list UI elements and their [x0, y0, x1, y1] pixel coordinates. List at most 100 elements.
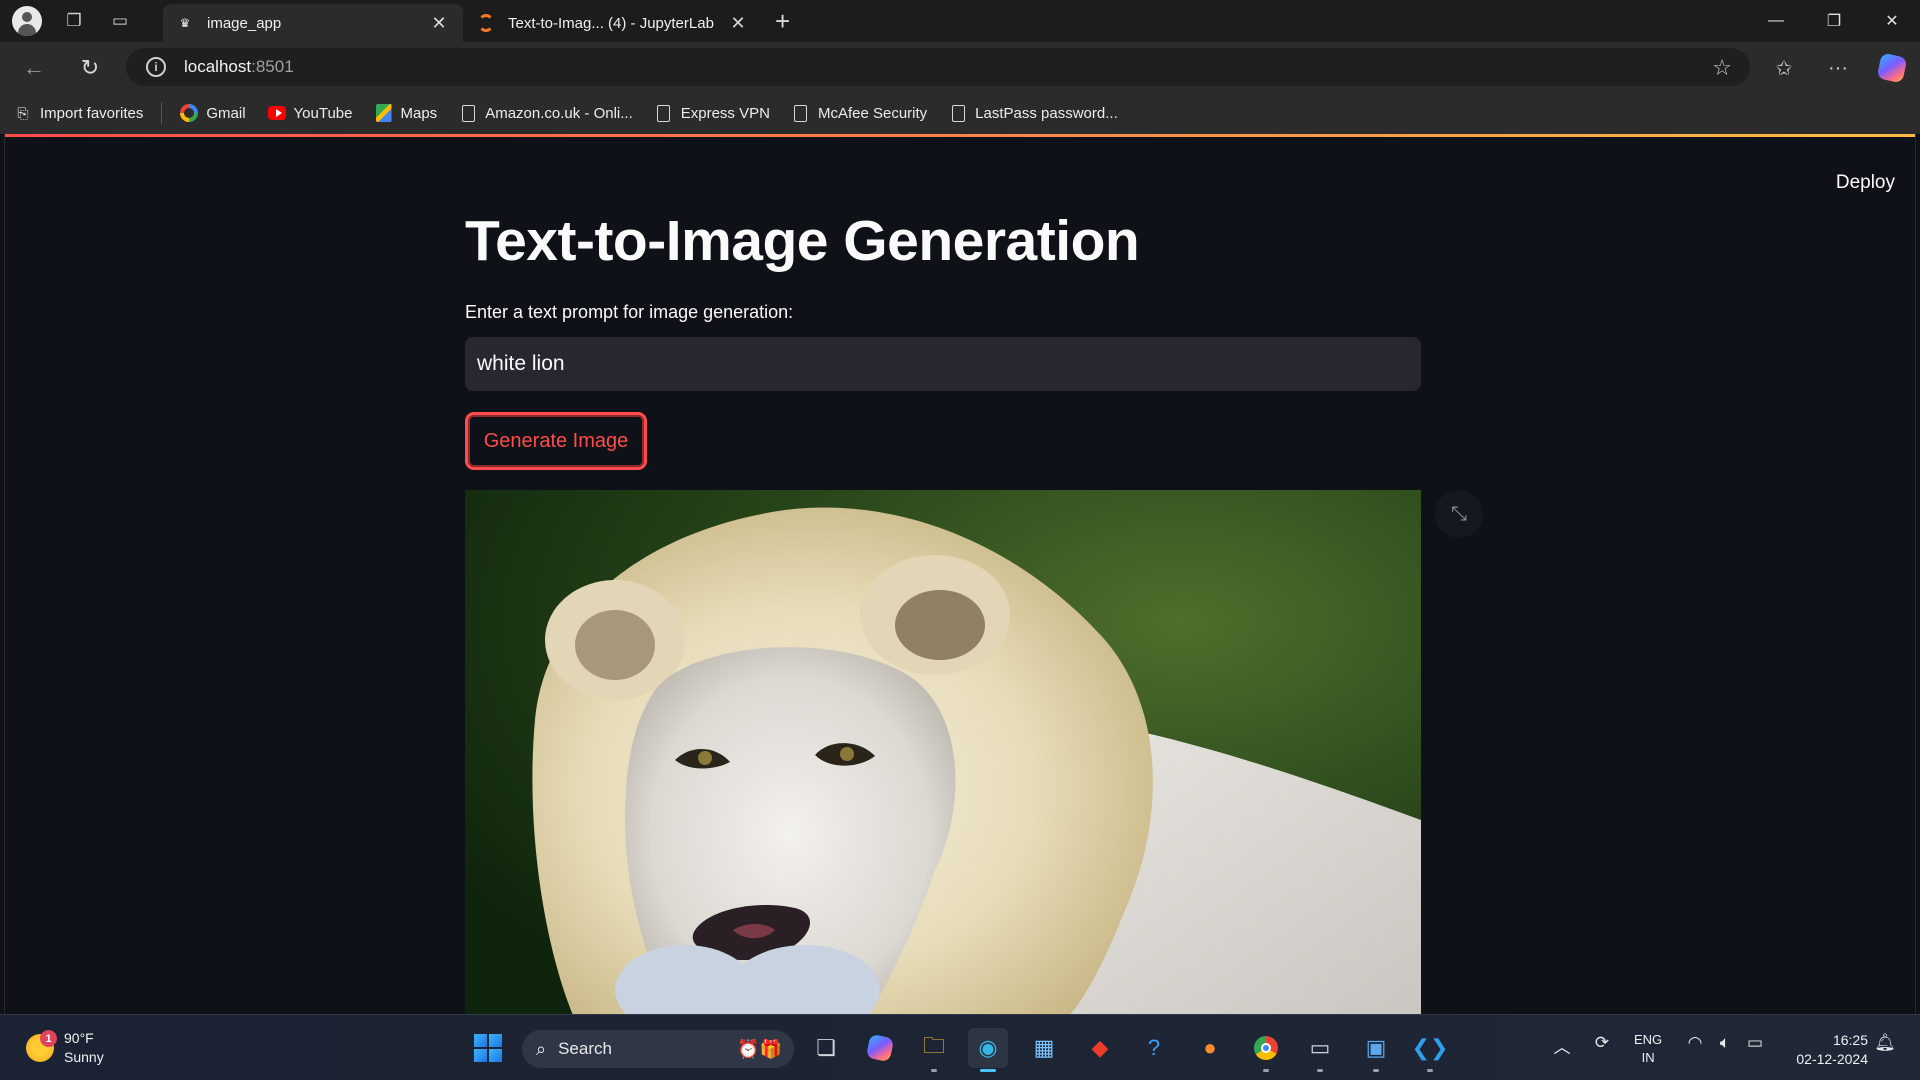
page-viewport: Deploy Text-to-Image Generation Enter a …: [4, 134, 1916, 1014]
battery-icon[interactable]: ▭: [1744, 1033, 1766, 1053]
windows-logo-icon: [474, 1034, 502, 1062]
fullscreen-icon[interactable]: ⤡: [1435, 490, 1483, 538]
reload-icon[interactable]: ↻: [76, 54, 104, 82]
clock-time: 16:25: [1832, 1032, 1868, 1048]
lang-code: ENG: [1634, 1032, 1663, 1047]
tab-title: Text-to-Imag... (4) - JupyterLab: [508, 14, 714, 32]
bookmark-label: YouTube: [293, 104, 353, 122]
notification-bell-icon[interactable]: 🔔︎: [1874, 1033, 1896, 1053]
prompt-label: Enter a text prompt for image generation…: [465, 302, 794, 322]
close-tab-icon[interactable]: ✕: [429, 13, 449, 34]
back-icon[interactable]: ←: [20, 54, 48, 82]
bookmark-mcafee[interactable]: McAfee Security: [792, 104, 927, 122]
address-bar[interactable]: i localhost:8501 ☆: [126, 48, 1750, 86]
generated-image: [465, 490, 1421, 1014]
bookmark-label: McAfee Security: [817, 104, 928, 122]
jupyter-icon: [478, 14, 494, 32]
search-icon: ⌕: [536, 1038, 547, 1059]
volume-icon[interactable]: 🔈︎: [1714, 1033, 1736, 1053]
clock[interactable]: 16:25 02-12-2024: [1786, 1031, 1868, 1069]
page-icon: [655, 104, 673, 122]
page-icon: [792, 104, 810, 122]
bookmark-youtube[interactable]: YouTube: [267, 104, 353, 122]
new-tab-icon[interactable]: +: [775, 6, 790, 37]
browser-toolbar: ← ↻ i localhost:8501 ☆ ✩ ···: [0, 42, 1920, 92]
page-icon: [459, 104, 477, 122]
wifi-icon[interactable]: ◠: [1684, 1033, 1706, 1053]
close-window-icon[interactable]: ✕: [1864, 0, 1920, 42]
bookmark-label: LastPass password...: [975, 104, 1118, 122]
task-view-icon[interactable]: ❏: [806, 1028, 846, 1068]
bookmark-import-favorites[interactable]: ⎘ Import favorites: [14, 104, 143, 122]
workspaces-icon[interactable]: ❐: [60, 7, 88, 35]
sun-icon: 1: [26, 1030, 57, 1062]
bookmarks-bar: ⎘ Import favorites Gmail YouTube Maps Am…: [0, 92, 1920, 134]
more-menu-icon[interactable]: ···: [1822, 52, 1854, 84]
page-title: Text-to-Image Generation: [465, 209, 1140, 273]
youtube-icon: [267, 104, 286, 122]
taskbar: 1 90°F Sunny ⌕ Search ⏰🎁 ❏ 🗀 ◉ ▦ ◆ ? ● ▭…: [0, 1014, 1920, 1080]
chrome-icon[interactable]: [1246, 1028, 1286, 1072]
profile-avatar-icon[interactable]: [12, 6, 42, 36]
page-icon: [949, 104, 967, 122]
tab-image-app[interactable]: ♛ image_app ✕: [163, 4, 463, 42]
import-icon: ⎘: [17, 104, 29, 121]
bookmark-amazon[interactable]: Amazon.co.uk - Onli...: [459, 104, 633, 122]
tab-title: image_app: [207, 14, 282, 32]
clock-date: 02-12-2024: [1796, 1051, 1868, 1067]
minimize-icon[interactable]: —: [1748, 0, 1804, 42]
copilot-app-icon[interactable]: [860, 1028, 900, 1068]
restore-icon[interactable]: ❐: [1806, 0, 1862, 42]
remote-desktop-icon[interactable]: ▣: [1356, 1028, 1396, 1072]
search-highlight-icon: ⏰🎁: [737, 1039, 782, 1059]
file-explorer-icon[interactable]: 🗀: [914, 1028, 954, 1072]
edge-browser-icon[interactable]: ◉: [968, 1028, 1008, 1072]
weather-temp: 90°F: [64, 1030, 94, 1046]
prompt-input[interactable]: [465, 337, 1421, 391]
url-port: :8501: [251, 57, 294, 76]
search-placeholder: Search: [558, 1039, 612, 1058]
vscode-icon[interactable]: ❮❯: [1410, 1028, 1450, 1072]
copilot-icon[interactable]: [1876, 52, 1908, 84]
vertical-tabs-icon[interactable]: ▭: [106, 7, 134, 35]
bookmark-label: Import favorites: [40, 104, 144, 122]
bookmark-label: Gmail: [206, 104, 246, 122]
bookmark-separator: [161, 102, 163, 124]
url-host: localhost: [184, 57, 252, 76]
sync-icon[interactable]: ⟳: [1590, 1033, 1614, 1053]
address-url[interactable]: localhost:8501: [184, 57, 294, 77]
site-info-icon[interactable]: i: [146, 57, 166, 77]
bookmark-label: Express VPN: [680, 104, 770, 122]
start-button[interactable]: [468, 1028, 508, 1068]
weather-badge: 1: [40, 1030, 57, 1047]
bookmark-lastpass[interactable]: LastPass password...: [949, 104, 1118, 122]
favorites-icon[interactable]: ✩: [1768, 52, 1800, 84]
language-indicator[interactable]: ENG IN: [1634, 1031, 1662, 1067]
weather-widget[interactable]: 1 90°F Sunny: [26, 1029, 104, 1067]
bookmark-express-vpn[interactable]: Express VPN: [655, 104, 770, 122]
white-lion-image: [465, 490, 1421, 1014]
show-hidden-icons[interactable]: ︿: [1552, 1033, 1572, 1058]
microsoft-store-icon[interactable]: ▦: [1024, 1028, 1064, 1068]
weather-condition: Sunny: [64, 1049, 104, 1065]
terminal-icon[interactable]: ▭: [1300, 1028, 1340, 1072]
generate-image-button[interactable]: Generate Image: [465, 412, 647, 470]
red-diamond-app-icon[interactable]: ◆: [1080, 1028, 1120, 1068]
favorite-star-icon[interactable]: ☆: [1712, 55, 1732, 81]
help-app-icon[interactable]: ?: [1134, 1028, 1174, 1068]
bookmark-maps[interactable]: Maps: [375, 104, 438, 122]
lang-region: IN: [1641, 1050, 1655, 1065]
close-tab-icon[interactable]: ✕: [728, 13, 748, 34]
bookmark-label: Amazon.co.uk - Onli...: [485, 104, 633, 122]
tab-jupyterlab[interactable]: Text-to-Imag... (4) - JupyterLab ✕: [464, 4, 762, 42]
deploy-button[interactable]: Deploy: [1836, 172, 1895, 194]
maps-icon: [375, 104, 393, 122]
google-icon: [180, 104, 199, 122]
app-top-decoration: [5, 134, 1915, 137]
streamlit-crown-icon: ♛: [179, 16, 191, 30]
bookmark-gmail[interactable]: Gmail: [180, 104, 246, 122]
firefox-icon[interactable]: ●: [1190, 1028, 1230, 1068]
taskbar-search[interactable]: ⌕ Search ⏰🎁: [522, 1030, 794, 1068]
browser-tabstrip: ❐ ▭ ♛ image_app ✕ Text-to-Imag... (4) - …: [0, 0, 1920, 42]
bookmark-label: Maps: [400, 104, 438, 122]
